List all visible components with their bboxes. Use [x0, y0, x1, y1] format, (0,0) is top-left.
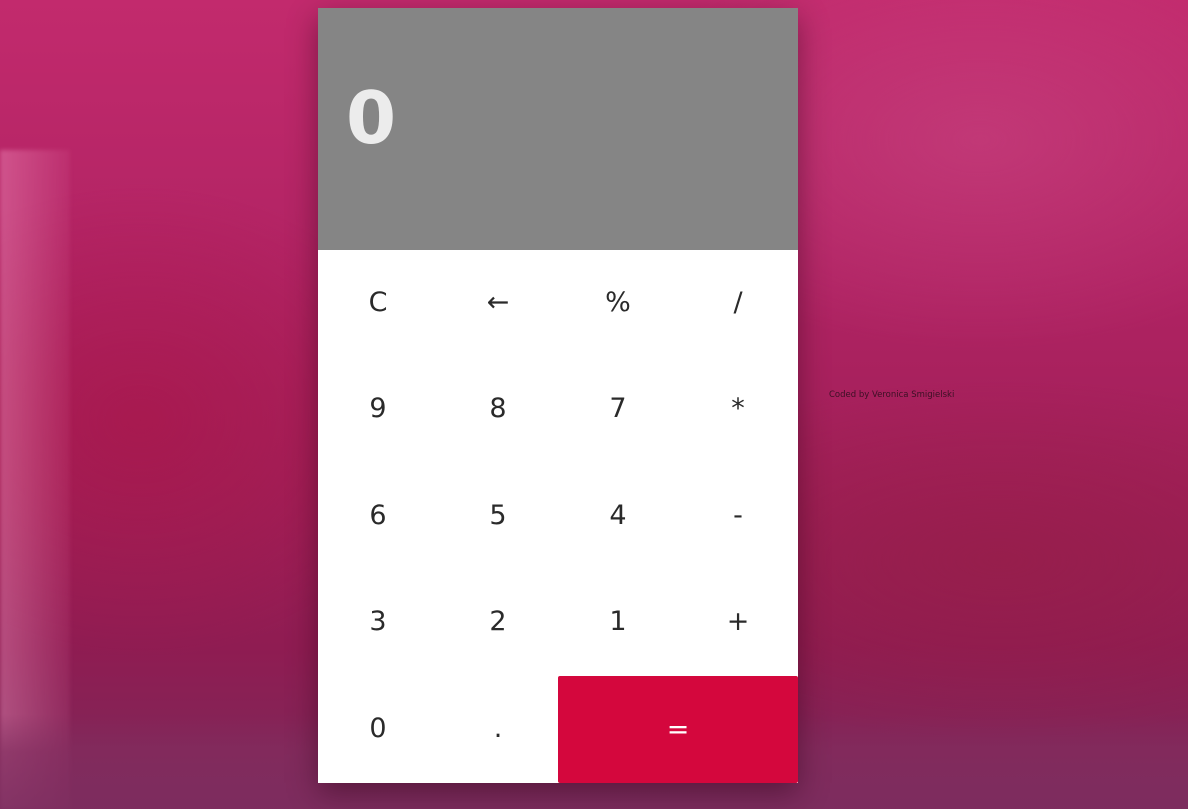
background-waterfall — [0, 150, 70, 809]
digit-3-button[interactable]: 3 — [318, 569, 438, 675]
digit-0-button[interactable]: 0 — [318, 676, 438, 782]
digit-7-button[interactable]: 7 — [558, 356, 678, 462]
digit-4-button[interactable]: 4 — [558, 463, 678, 569]
credit-text: Coded by Veronica Smigielski — [829, 390, 955, 400]
divide-button[interactable]: / — [678, 250, 798, 356]
calculator-display: 0 — [318, 8, 798, 250]
keypad: C ← % / 9 8 7 * 6 5 4 - 3 2 1 + 0 . = — [318, 250, 798, 783]
equals-button[interactable]: = — [558, 676, 798, 783]
decimal-button[interactable]: . — [438, 676, 558, 782]
backspace-button[interactable]: ← — [438, 250, 558, 356]
digit-9-button[interactable]: 9 — [318, 356, 438, 462]
subtract-button[interactable]: - — [678, 463, 798, 569]
percent-button[interactable]: % — [558, 250, 678, 356]
multiply-button[interactable]: * — [678, 356, 798, 462]
clear-button[interactable]: C — [318, 250, 438, 356]
display-value: 0 — [346, 76, 397, 160]
calculator: 0 C ← % / 9 8 7 * 6 5 4 - 3 2 1 + 0 . = — [318, 8, 798, 783]
digit-1-button[interactable]: 1 — [558, 569, 678, 675]
digit-8-button[interactable]: 8 — [438, 356, 558, 462]
digit-6-button[interactable]: 6 — [318, 463, 438, 569]
digit-5-button[interactable]: 5 — [438, 463, 558, 569]
digit-2-button[interactable]: 2 — [438, 569, 558, 675]
add-button[interactable]: + — [678, 569, 798, 675]
